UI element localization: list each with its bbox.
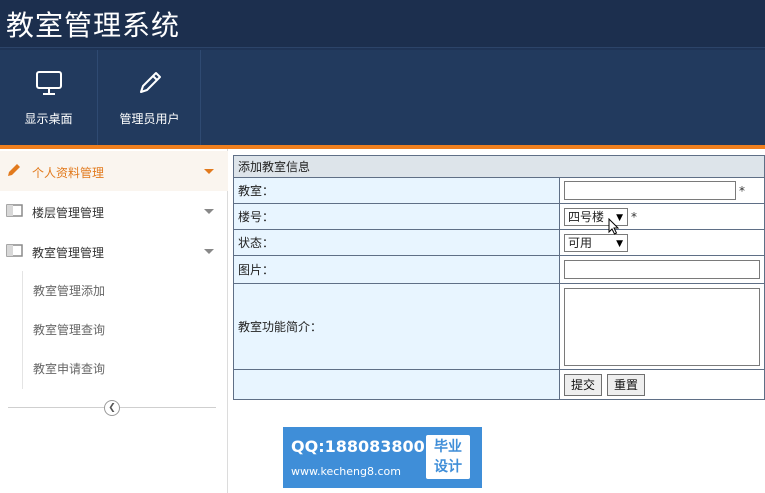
- building-label: 楼号：: [233, 203, 560, 230]
- room-input[interactable]: [564, 181, 736, 200]
- window-icon: [6, 204, 23, 217]
- add-classroom-form: 添加教室信息 教室： * 楼号： 四号楼 ▼ * 状态： 可用 ▼ 图片： 教室功能简…: [233, 155, 765, 400]
- sidebar-group-label: 个人资料管理: [32, 166, 105, 180]
- room-label: 教室：: [233, 177, 560, 204]
- watermark-banner: QQ:188083800 www.kecheng8.com 毕业 设计: [283, 427, 482, 488]
- app-header: 教室管理系统 显示桌面 管理员用户: [0, 0, 765, 145]
- sidebar: 个人资料管理 楼层管理管理 教室管理管理 教室管理添加 教室管理查询 教室申请查…: [0, 149, 228, 493]
- caret-down-icon: [204, 249, 214, 254]
- caret-down-icon: [204, 209, 214, 214]
- watermark-qq: QQ:188083800: [291, 437, 425, 456]
- required-mark: *: [739, 183, 745, 198]
- intro-textarea[interactable]: [564, 287, 760, 366]
- sidebar-item-query-applications[interactable]: 教室申请查询: [33, 360, 105, 377]
- sidebar-group-label: 楼层管理管理: [32, 206, 105, 220]
- nav-admin-users[interactable]: 管理员用户: [99, 50, 201, 145]
- required-mark: *: [631, 209, 637, 224]
- pencil-icon: [139, 72, 161, 93]
- intro-label: 教室功能简介：: [233, 283, 560, 370]
- building-selected-value: 四号楼: [568, 209, 605, 224]
- image-label: 图片：: [233, 255, 560, 284]
- watermark-badge: 毕业 设计: [426, 435, 470, 479]
- image-cell: [559, 255, 765, 284]
- building-cell: 四号楼 ▼ *: [559, 203, 765, 230]
- reset-button[interactable]: 重置: [607, 373, 646, 396]
- image-input[interactable]: [564, 260, 760, 279]
- dropdown-arrow-icon: ▼: [616, 238, 623, 249]
- chevron-left-icon[interactable]: ❮: [104, 400, 120, 416]
- sidebar-item-add-classroom[interactable]: 教室管理添加: [33, 282, 105, 299]
- sidebar-group-profile[interactable]: 个人资料管理: [0, 151, 228, 191]
- intro-cell: [559, 283, 765, 370]
- buttons-label-cell: [233, 369, 560, 400]
- submit-button[interactable]: 提交: [564, 373, 603, 396]
- room-cell: *: [559, 177, 765, 204]
- watermark-badge-line1: 毕业: [434, 439, 462, 455]
- monitor-icon: [35, 71, 62, 95]
- nav-show-desktop[interactable]: 显示桌面: [0, 50, 98, 145]
- mouse-cursor-icon: [608, 218, 620, 235]
- watermark-url: www.kecheng8.com: [291, 465, 401, 478]
- sidebar-item-query-classroom[interactable]: 教室管理查询: [33, 321, 105, 338]
- sidebar-group-classrooms[interactable]: 教室管理管理: [0, 231, 228, 271]
- status-select[interactable]: 可用 ▼: [564, 233, 628, 252]
- nav-show-desktop-label: 显示桌面: [24, 112, 73, 126]
- caret-down-icon: [204, 169, 214, 174]
- form-caption: 添加教室信息: [233, 155, 765, 178]
- status-selected-value: 可用: [568, 235, 593, 250]
- nav-admin-users-label: 管理员用户: [119, 112, 180, 126]
- pencil-icon: [8, 164, 20, 176]
- buttons-cell: 提交 重置: [559, 369, 765, 400]
- sidebar-group-label: 教室管理管理: [32, 246, 105, 260]
- top-nav: 显示桌面 管理员用户: [0, 50, 765, 145]
- app-title: 教室管理系统: [6, 9, 181, 42]
- sidebar-group-floors[interactable]: 楼层管理管理: [0, 191, 228, 231]
- window-icon: [6, 244, 23, 257]
- title-bar: 教室管理系统: [0, 0, 765, 48]
- status-cell: 可用 ▼: [559, 229, 765, 256]
- watermark-badge-line2: 设计: [434, 459, 462, 475]
- sidebar-submenu: 教室管理添加 教室管理查询 教室申请查询: [22, 271, 228, 389]
- status-label: 状态：: [233, 229, 560, 256]
